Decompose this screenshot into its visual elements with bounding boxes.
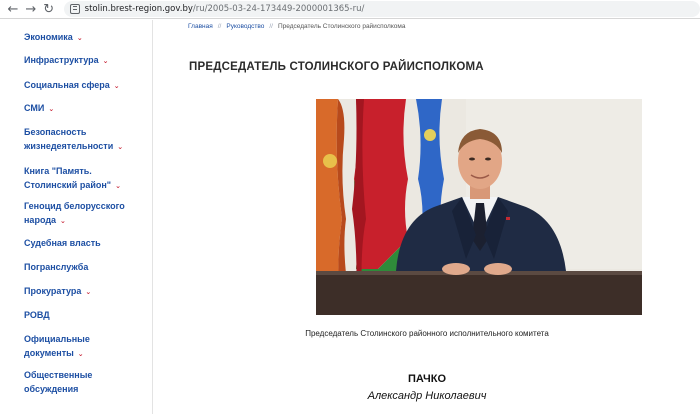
chevron-down-icon: ⌄ [48, 105, 55, 113]
sidebar-item-label: Общественные [24, 370, 93, 380]
photo-caption: Председатель Столинского районного испол… [305, 329, 549, 338]
sidebar-item-label: Погранслужба [24, 262, 89, 272]
sidebar-item-label: Социальная сфера [24, 80, 110, 90]
sidebar-item-label: Безопасность [24, 127, 87, 137]
breadcrumb-current: Председатель Столинского райисполкома [277, 23, 406, 30]
chevron-down-icon: ⌄ [117, 143, 124, 151]
sidebar-item-police[interactable]: РОВД [24, 308, 144, 322]
chairman-surname: ПАЧКО [407, 373, 446, 385]
breadcrumb-leadership-link[interactable]: Руководство [226, 23, 264, 30]
sidebar-item-label: Официальные [24, 334, 90, 344]
sidebar-item-economy[interactable]: Экономика ⌄ [24, 30, 144, 45]
sidebar-item-judicial-power[interactable]: Судебная власть [24, 236, 144, 250]
sidebar-item-memory-book[interactable]: Книга "Память. Столинский район" ⌄ [24, 164, 144, 193]
forward-arrow-icon[interactable]: → [22, 0, 40, 18]
sidebar-item-label: обсуждения [24, 384, 79, 394]
chevron-down-icon: ⌄ [77, 350, 84, 358]
back-arrow-icon[interactable]: ← [4, 0, 22, 18]
browser-toolbar: ← → ↻ stolin.brest-region.gov.by/ru/2005… [0, 0, 700, 19]
sidebar-item-genocide[interactable]: Геноцид белорусского народа ⌄ [24, 199, 144, 228]
sidebar-item-label: Геноцид белорусского [24, 201, 125, 211]
reload-icon[interactable]: ↻ [40, 0, 58, 18]
breadcrumb-separator: // [269, 23, 273, 30]
chevron-down-icon: ⌄ [115, 182, 121, 190]
breadcrumb-home-link[interactable]: Главная [188, 23, 213, 30]
sidebar-menu: Экономика ⌄ Инфраструктура ⌄ Социальная сф… [0, 20, 153, 414]
breadcrumb-separator: // [217, 23, 222, 30]
portrait-image [316, 99, 642, 315]
chairman-portrait-photo [316, 99, 642, 315]
url-domain: stolin.brest-region.gov.by [84, 4, 193, 14]
chevron-down-icon: ⌄ [60, 217, 66, 225]
sidebar-item-label: Экономика [24, 32, 73, 42]
chevron-down-icon: ⌄ [102, 57, 109, 65]
main-content: Главная // Руководство // Председатель Столи… [154, 20, 700, 414]
url-text: stolin.brest-region.gov.by/ru/2005-03-24… [85, 4, 365, 14]
url-path: /ru/2005-03-24-173449-2000001365-ru/ [192, 4, 365, 14]
sidebar-item-label: документы [24, 348, 74, 358]
chevron-down-icon: ⌄ [85, 288, 92, 296]
sidebar-item-border-service[interactable]: Погранслужба [24, 260, 144, 274]
sidebar-item-label: РОВД [24, 310, 50, 320]
chevron-down-icon: ⌄ [113, 82, 120, 90]
sidebar-item-label: Прокуратура [24, 286, 82, 296]
sidebar-item-label: Судебная власть [24, 238, 101, 248]
site-info-icon[interactable] [69, 4, 80, 14]
sidebar-item-label: СМИ [24, 103, 45, 113]
address-bar[interactable]: stolin.brest-region.gov.by/ru/2005-03-24… [63, 1, 700, 17]
sidebar-item-public-discussions[interactable]: Общественные обсуждения [24, 368, 144, 396]
sidebar-item-prosecutor[interactable]: Прокуратура ⌄ [24, 284, 144, 299]
sidebar-item-label: Инфраструктура [24, 55, 99, 65]
sidebar-item-label: Столинский район" [24, 180, 112, 190]
chairman-name: Александр Николаевич [367, 390, 487, 402]
sidebar-item-infrastructure[interactable]: Инфраструктура ⌄ [24, 53, 144, 68]
sidebar-item-official-documents[interactable]: Официальные документы ⌄ [24, 332, 144, 361]
sidebar-item-social-sphere[interactable]: Социальная сфера ⌄ [24, 78, 144, 93]
page-title: ПРЕДСЕДАТЕЛЬ СТОЛИНСКОГО РАЙИСПОЛКОМА [189, 61, 484, 73]
sidebar-item-label: жизнедеятельности [24, 141, 114, 151]
chevron-down-icon: ⌄ [76, 34, 83, 42]
breadcrumb: Главная // Руководство // Председатель Столи… [188, 23, 405, 30]
sidebar-item-media[interactable]: СМИ ⌄ [24, 101, 144, 116]
sidebar-item-label: Книга "Память. [24, 166, 92, 176]
sidebar-item-label: народа [24, 215, 57, 225]
sidebar-item-life-safety[interactable]: Безопасность жизнедеятельности ⌄ [24, 125, 144, 154]
